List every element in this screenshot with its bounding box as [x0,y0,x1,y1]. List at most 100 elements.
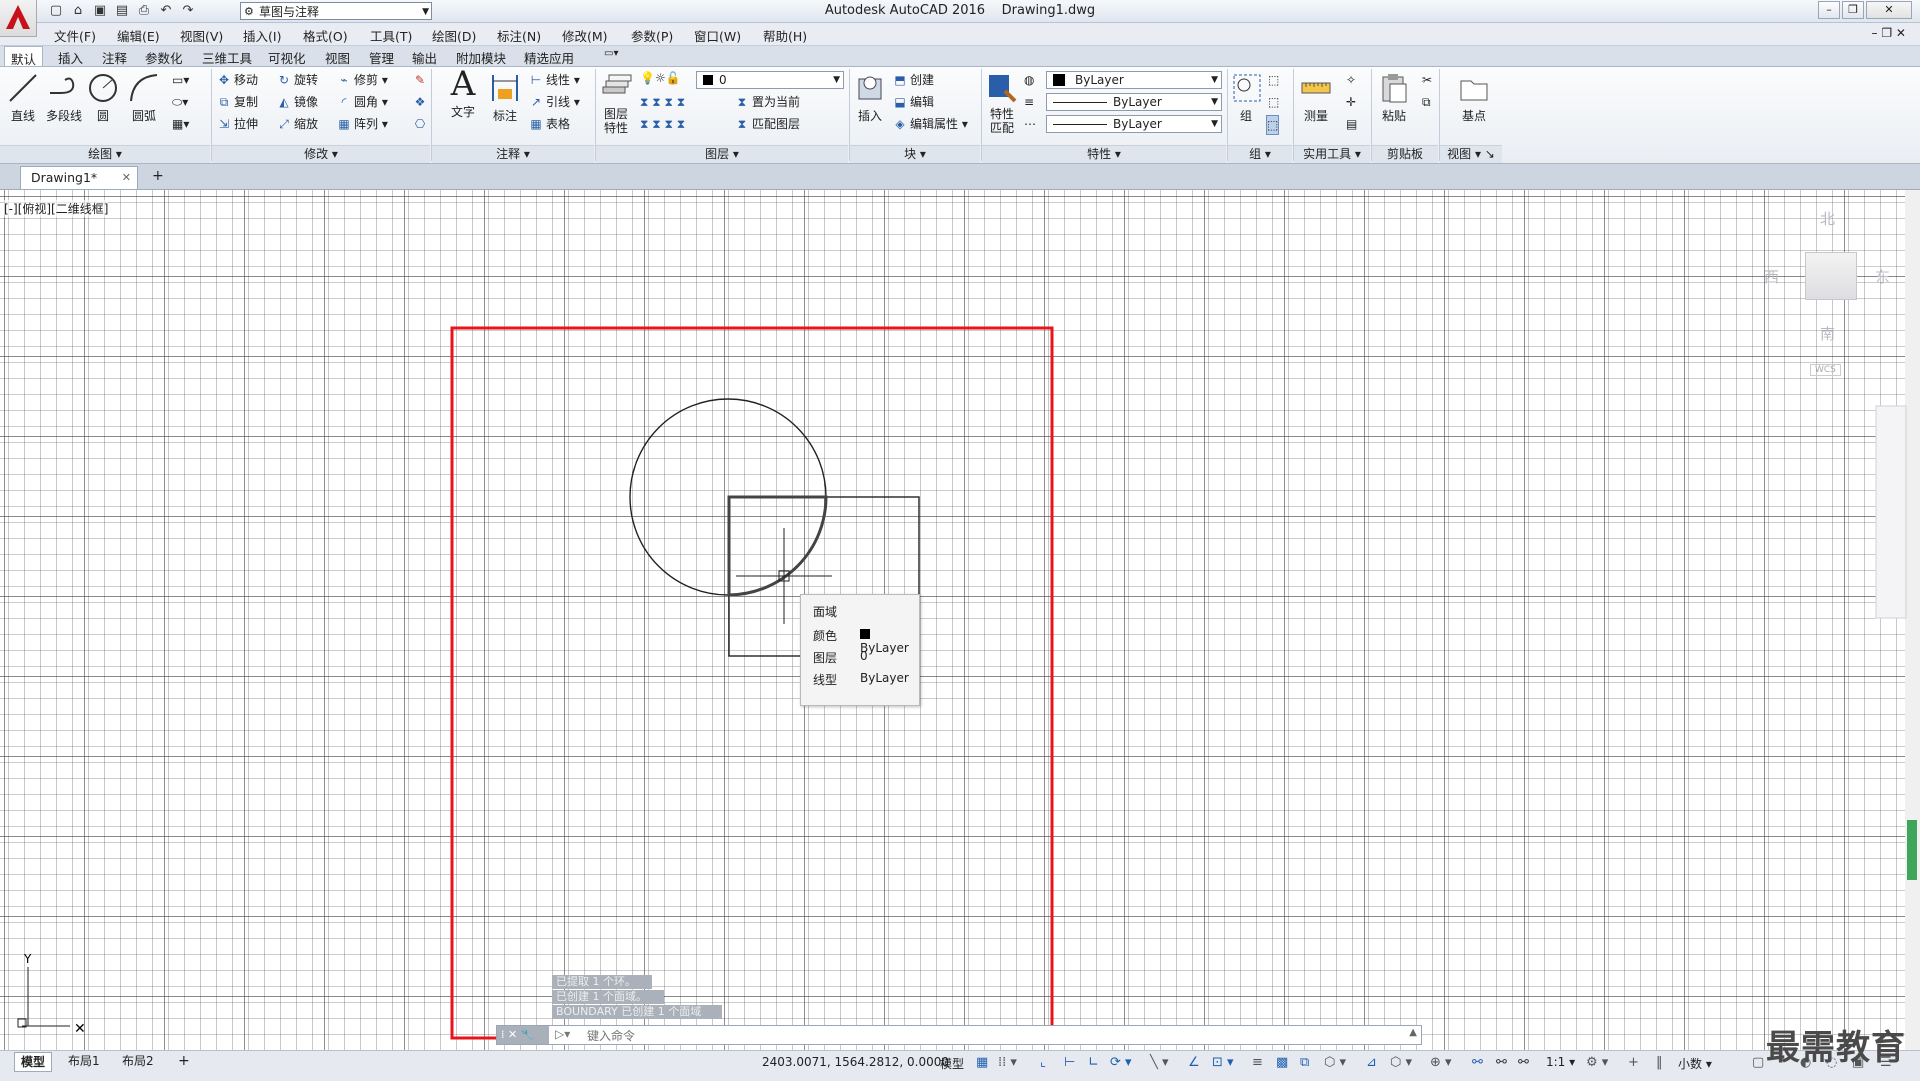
menu-modify[interactable]: 修改(M) [562,26,608,45]
menu-format[interactable]: 格式(O) [303,26,348,45]
menu-view[interactable]: 视图(V) [180,26,223,45]
linetype-icon[interactable]: ⋯ [1024,115,1036,133]
rotate-button[interactable]: ↻ 旋转 [276,71,318,89]
command-prompt-icon[interactable]: ▷▾ [555,1027,570,1041]
drawing-canvas[interactable]: Y ✕ [0,190,1920,1050]
tab-3d-tools[interactable]: 三维工具 [202,48,252,67]
dimension-button[interactable]: 标注 [486,71,524,124]
text-button[interactable]: A 文字 [444,67,482,120]
linear-dim-button[interactable]: ⊢ 线性 ▾ [528,71,580,89]
panel-title-properties[interactable]: 特性 ▾ [982,145,1226,163]
offset-icon[interactable]: ⎔ [412,115,430,133]
close-tab-icon[interactable]: ✕ [122,167,131,189]
selection-filter-icon[interactable]: ⬡ ▾ [1390,1055,1412,1070]
doc-window-controls[interactable]: – ❐ ✕ [1872,26,1906,40]
menu-parametric[interactable]: 参数(P) [631,26,673,45]
calculator-icon[interactable]: ▤ [1346,115,1357,133]
trim-button[interactable]: ⌁ 修剪 ▾ [336,71,387,89]
restore-button[interactable]: ❐ [1842,1,1864,19]
panel-title-utilities[interactable]: 实用工具 ▾ [1294,145,1370,163]
table-button[interactable]: ▦ 表格 [528,115,570,133]
lineweight-display-icon[interactable]: ≡ [1252,1055,1263,1070]
menu-help[interactable]: 帮助(H) [763,26,807,45]
isodraft-icon[interactable]: ╲ ▾ [1150,1055,1168,1070]
gizmo-icon[interactable]: ⊕ ▾ [1430,1055,1452,1070]
tab-drawing1[interactable]: Drawing1* ✕ [20,166,138,189]
annotation-visibility-icon[interactable]: ⚯ [1472,1055,1483,1070]
group-button[interactable]: 组 [1230,71,1262,124]
tab-insert[interactable]: 插入 [58,48,83,67]
scrollbar-thumb[interactable] [1907,820,1917,880]
annotation-scale-icon[interactable]: ⚯ [1518,1055,1529,1070]
tab-parametric[interactable]: 参数化 [145,48,183,67]
paste-button[interactable]: 粘贴 [1374,71,1414,124]
layer-state-icons[interactable]: 💡☼🔓 [640,69,681,87]
ellipse-icon[interactable]: ⬭▾ [172,93,188,111]
command-input[interactable] [585,1027,1369,1045]
panel-title-groups[interactable]: 组 ▾ [1228,145,1292,163]
rectangle-icon[interactable]: ▭▾ [172,71,189,89]
polyline-button[interactable]: 多段线 [44,71,84,124]
layer-properties-button[interactable]: 图层 特性 [598,71,634,135]
linetype-dropdown[interactable]: ByLayer ▼ [1046,93,1222,111]
group-edit-icon[interactable]: ⬚ [1268,93,1279,111]
layout-tab-layout2[interactable]: 布局2 [116,1052,160,1070]
tab-default[interactable]: 默认 [4,46,44,67]
mirror-button[interactable]: ◭ 镜像 [276,93,318,111]
copy-button[interactable]: ⧉ 复制 [216,93,258,111]
line-button[interactable]: 直线 [4,71,42,124]
cut-icon[interactable]: ✂ [1422,71,1432,89]
wcs-menu[interactable]: WCS [1810,364,1841,376]
tab-manage[interactable]: 管理 [369,48,394,67]
navigation-bar[interactable] [1875,405,1907,619]
menu-file[interactable]: 文件(F) [54,26,96,45]
stretch-button[interactable]: ⇲ 拉伸 [216,115,258,133]
model-space-toggle[interactable]: 模型 [940,1055,964,1072]
dynamic-ucs-icon[interactable]: ⊿ [1366,1055,1377,1070]
snap-mode-icon[interactable]: ⁞⁞ ▾ [998,1055,1017,1070]
copy-clip-icon[interactable]: ⧉ [1422,93,1431,111]
match-properties-button[interactable]: 特性 匹配 [984,71,1020,135]
application-menu-button[interactable] [0,0,37,37]
new-tab-icon[interactable]: + [152,168,164,184]
compass-east[interactable]: 东 [1875,266,1890,287]
color-wheel-icon[interactable]: ◍ [1024,71,1034,89]
hatch-icon[interactable]: ▦▾ [172,115,189,133]
auto-scale-icon[interactable]: ⚯ [1496,1055,1507,1070]
command-line-handle[interactable]: ⁞ ✕ 🔧 [497,1026,549,1044]
layer-tools-row1[interactable]: ⧗ ⧗ ⧗ ⧗ [640,93,685,111]
arc-button[interactable]: 圆弧 [124,71,164,124]
make-current-button[interactable]: ⧗ 置为当前 [734,93,800,111]
tab-featured-apps[interactable]: 精选应用 [524,48,574,67]
layer-dropdown[interactable]: 0 ▼ [696,71,844,89]
array-button[interactable]: ▦ 阵列 ▾ [336,115,388,133]
quick-properties-icon[interactable]: ▢ [1752,1055,1764,1070]
create-block-button[interactable]: ⬒ 创建 [892,71,934,89]
tab-view[interactable]: 视图 [325,48,350,67]
point-icon[interactable]: ✛ [1346,93,1356,111]
circle-button[interactable]: 圆 [86,71,120,124]
add-layout-icon[interactable]: + [172,1052,196,1070]
dynamic-input-icon[interactable]: ⊢ [1064,1055,1075,1070]
insert-block-button[interactable]: 插入 [852,71,888,124]
panel-title-view[interactable]: 视图 ▾ ↘ [1440,145,1502,163]
quick-select-icon[interactable]: ✧ [1346,71,1356,89]
edit-block-button[interactable]: ⬓ 编辑 [892,93,934,111]
viewcube-face[interactable] [1805,252,1857,300]
infer-constraints-icon[interactable]: ⌞ [1040,1055,1046,1070]
minimize-button[interactable]: – [1818,1,1840,19]
erase-icon[interactable]: ✎ [412,71,430,89]
edit-attributes-button[interactable]: ◈ 编辑属性 ▾ [892,115,967,133]
layout-tab-model[interactable]: 模型 [14,1052,53,1072]
viewcube[interactable]: 北 西 东 南 WCS [1764,208,1910,378]
panel-title-layers[interactable]: 图层 ▾ [596,145,848,163]
ungroup-icon[interactable]: ⬚ [1268,71,1279,89]
panel-title-modify[interactable]: 修改 ▾ [212,145,430,163]
polar-tracking-icon[interactable]: ⟳ ▾ [1110,1055,1132,1070]
object-snap-tracking-icon[interactable]: ∠ [1188,1055,1200,1070]
tab-visualize[interactable]: 可视化 [268,48,306,67]
color-dropdown[interactable]: ByLayer ▼ [1046,71,1222,89]
workspace-switch-icon[interactable]: ⚙ ▾ [1586,1055,1608,1070]
menu-dimension[interactable]: 标注(N) [497,26,541,45]
menu-draw[interactable]: 绘图(D) [432,26,476,45]
